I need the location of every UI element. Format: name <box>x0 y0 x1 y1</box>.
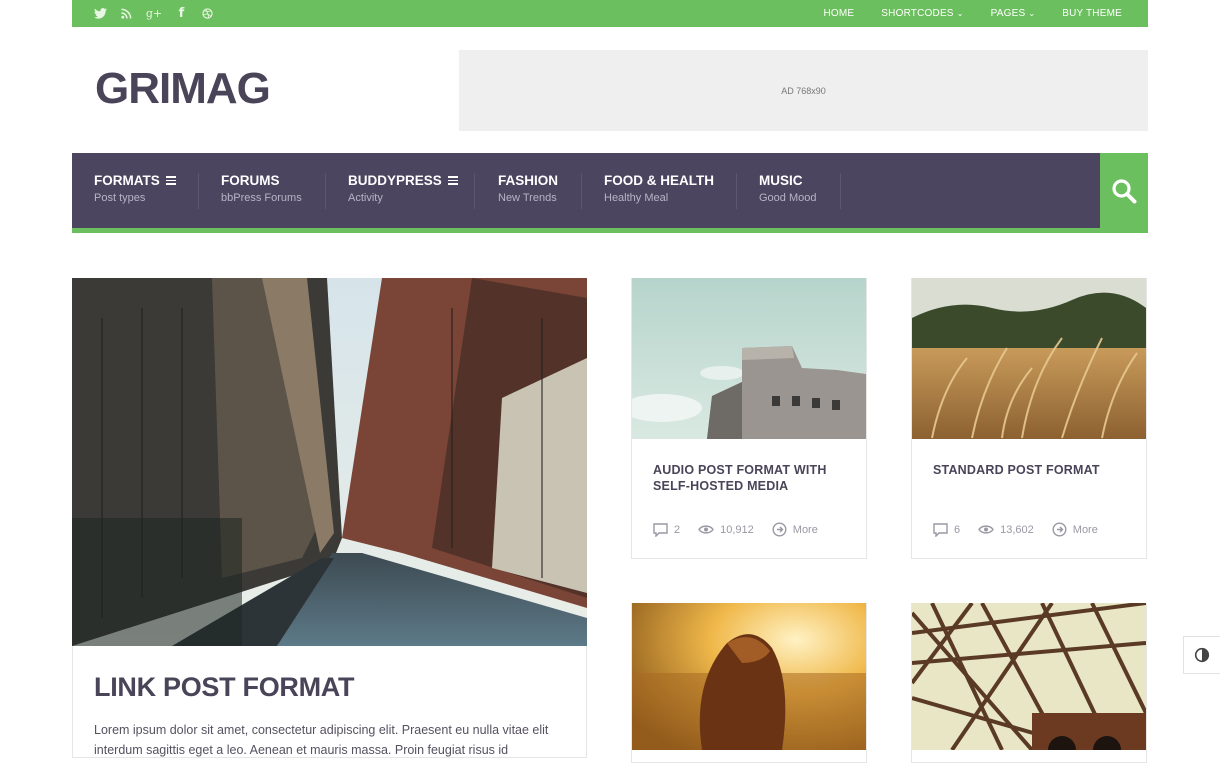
nav-item-subtitle: New Trends <box>498 192 557 204</box>
dribbble-icon[interactable] <box>201 7 214 20</box>
top-nav-shortcodes-label: SHORTCODES <box>881 8 954 19</box>
featured-post-excerpt: Lorem ipsum dolor sit amet, consectetur … <box>94 723 549 757</box>
nav-item-buddypress[interactable]: BUDDYPRESS Activity <box>348 153 458 228</box>
nav-item-title: FORUMS <box>221 173 280 188</box>
social-links: g+ f <box>94 0 214 27</box>
nav-item-subtitle: Good Mood <box>759 192 817 204</box>
more-label: More <box>792 523 818 536</box>
nav-item-subtitle: Activity <box>348 192 383 204</box>
contrast-toggle-button[interactable] <box>1183 636 1220 674</box>
site-logo[interactable]: GRIMAG <box>95 64 271 114</box>
nav-item-title: BUDDYPRESS <box>348 173 442 188</box>
comment-icon <box>653 522 668 537</box>
comments-value: 2 <box>674 523 681 536</box>
nav-item-title: MUSIC <box>759 173 803 188</box>
featured-post-image[interactable] <box>72 278 587 646</box>
main-navigation: FORMATS Post types FORUMS bbPress Forums… <box>72 153 1148 233</box>
post-meta: 6 13,602 More <box>933 522 1116 537</box>
nav-divider <box>581 173 582 209</box>
comments-count[interactable]: 6 <box>933 522 961 537</box>
comments-value: 6 <box>954 523 961 536</box>
nav-item-food-health[interactable]: FOOD & HEALTH Healthy Meal <box>604 153 714 228</box>
search-icon <box>1112 178 1137 203</box>
nav-item-formats[interactable]: FORMATS Post types <box>94 153 176 228</box>
ad-banner[interactable]: AD 768x90 <box>459 50 1148 131</box>
nav-item-subtitle: Healthy Meal <box>604 192 669 204</box>
featured-post-title[interactable]: LINK POST FORMAT <box>94 672 354 703</box>
post-image[interactable] <box>632 278 866 439</box>
nav-divider <box>474 173 475 209</box>
nav-item-subtitle: bbPress Forums <box>221 192 302 204</box>
top-navigation: HOME SHORTCODES ⌄ PAGES ⌄ BUY THEME <box>823 0 1122 27</box>
arrow-circle-icon <box>772 522 787 537</box>
top-nav-shortcodes[interactable]: SHORTCODES ⌄ <box>881 8 963 19</box>
comment-icon <box>933 522 948 537</box>
nav-item-music[interactable]: MUSIC Good Mood <box>759 153 816 228</box>
eye-icon <box>978 525 994 534</box>
chevron-down-icon: ⌄ <box>1028 9 1036 18</box>
post-image[interactable] <box>632 603 866 750</box>
comments-count[interactable]: 2 <box>653 522 681 537</box>
post-meta: 2 10,912 More <box>653 522 836 537</box>
nav-item-subtitle: Post types <box>94 192 146 204</box>
top-nav-home[interactable]: HOME <box>823 8 854 19</box>
twitter-icon[interactable] <box>94 7 107 20</box>
nav-item-title: FORMATS <box>94 173 160 188</box>
arrow-circle-icon <box>1052 522 1067 537</box>
eye-icon <box>698 525 714 534</box>
google-plus-icon[interactable]: g+ <box>146 7 162 20</box>
search-button[interactable] <box>1100 153 1148 228</box>
top-bar: g+ f HOME SHORTCODES ⌄ PAGES ⌄ BUY THEME <box>72 0 1148 27</box>
nav-item-title: FASHION <box>498 173 559 188</box>
nav-item-forums[interactable]: FORUMS bbPress Forums <box>221 153 302 228</box>
top-nav-buy-theme[interactable]: BUY THEME <box>1062 8 1122 19</box>
nav-divider <box>840 173 841 209</box>
more-link[interactable]: More <box>772 522 818 537</box>
menu-icon <box>447 174 458 187</box>
nav-item-fashion[interactable]: FASHION New Trends <box>498 153 558 228</box>
chevron-down-icon: ⌄ <box>956 9 964 18</box>
post-title[interactable]: AUDIO POST FORMAT WITH SELF-HOSTED MEDIA <box>653 462 853 494</box>
more-link[interactable]: More <box>1052 522 1098 537</box>
views-count: 13,602 <box>978 524 1034 536</box>
post-title[interactable]: STANDARD POST FORMAT <box>933 462 1133 478</box>
views-value: 13,602 <box>1000 523 1034 536</box>
nav-divider <box>198 173 199 209</box>
post-image[interactable] <box>912 278 1146 439</box>
views-value: 10,912 <box>720 523 754 536</box>
top-nav-pages-label: PAGES <box>990 8 1026 19</box>
ad-label: AD 768x90 <box>781 85 826 96</box>
nav-divider <box>736 173 737 209</box>
nav-item-title: FOOD & HEALTH <box>604 173 714 188</box>
views-count: 10,912 <box>698 524 754 536</box>
post-image[interactable] <box>912 603 1146 750</box>
top-nav-pages[interactable]: PAGES ⌄ <box>991 8 1036 19</box>
contrast-icon <box>1194 647 1210 663</box>
nav-divider <box>325 173 326 209</box>
more-label: More <box>1072 523 1098 536</box>
rss-icon[interactable] <box>120 7 133 20</box>
facebook-icon[interactable]: f <box>175 6 188 21</box>
menu-icon <box>165 174 176 187</box>
